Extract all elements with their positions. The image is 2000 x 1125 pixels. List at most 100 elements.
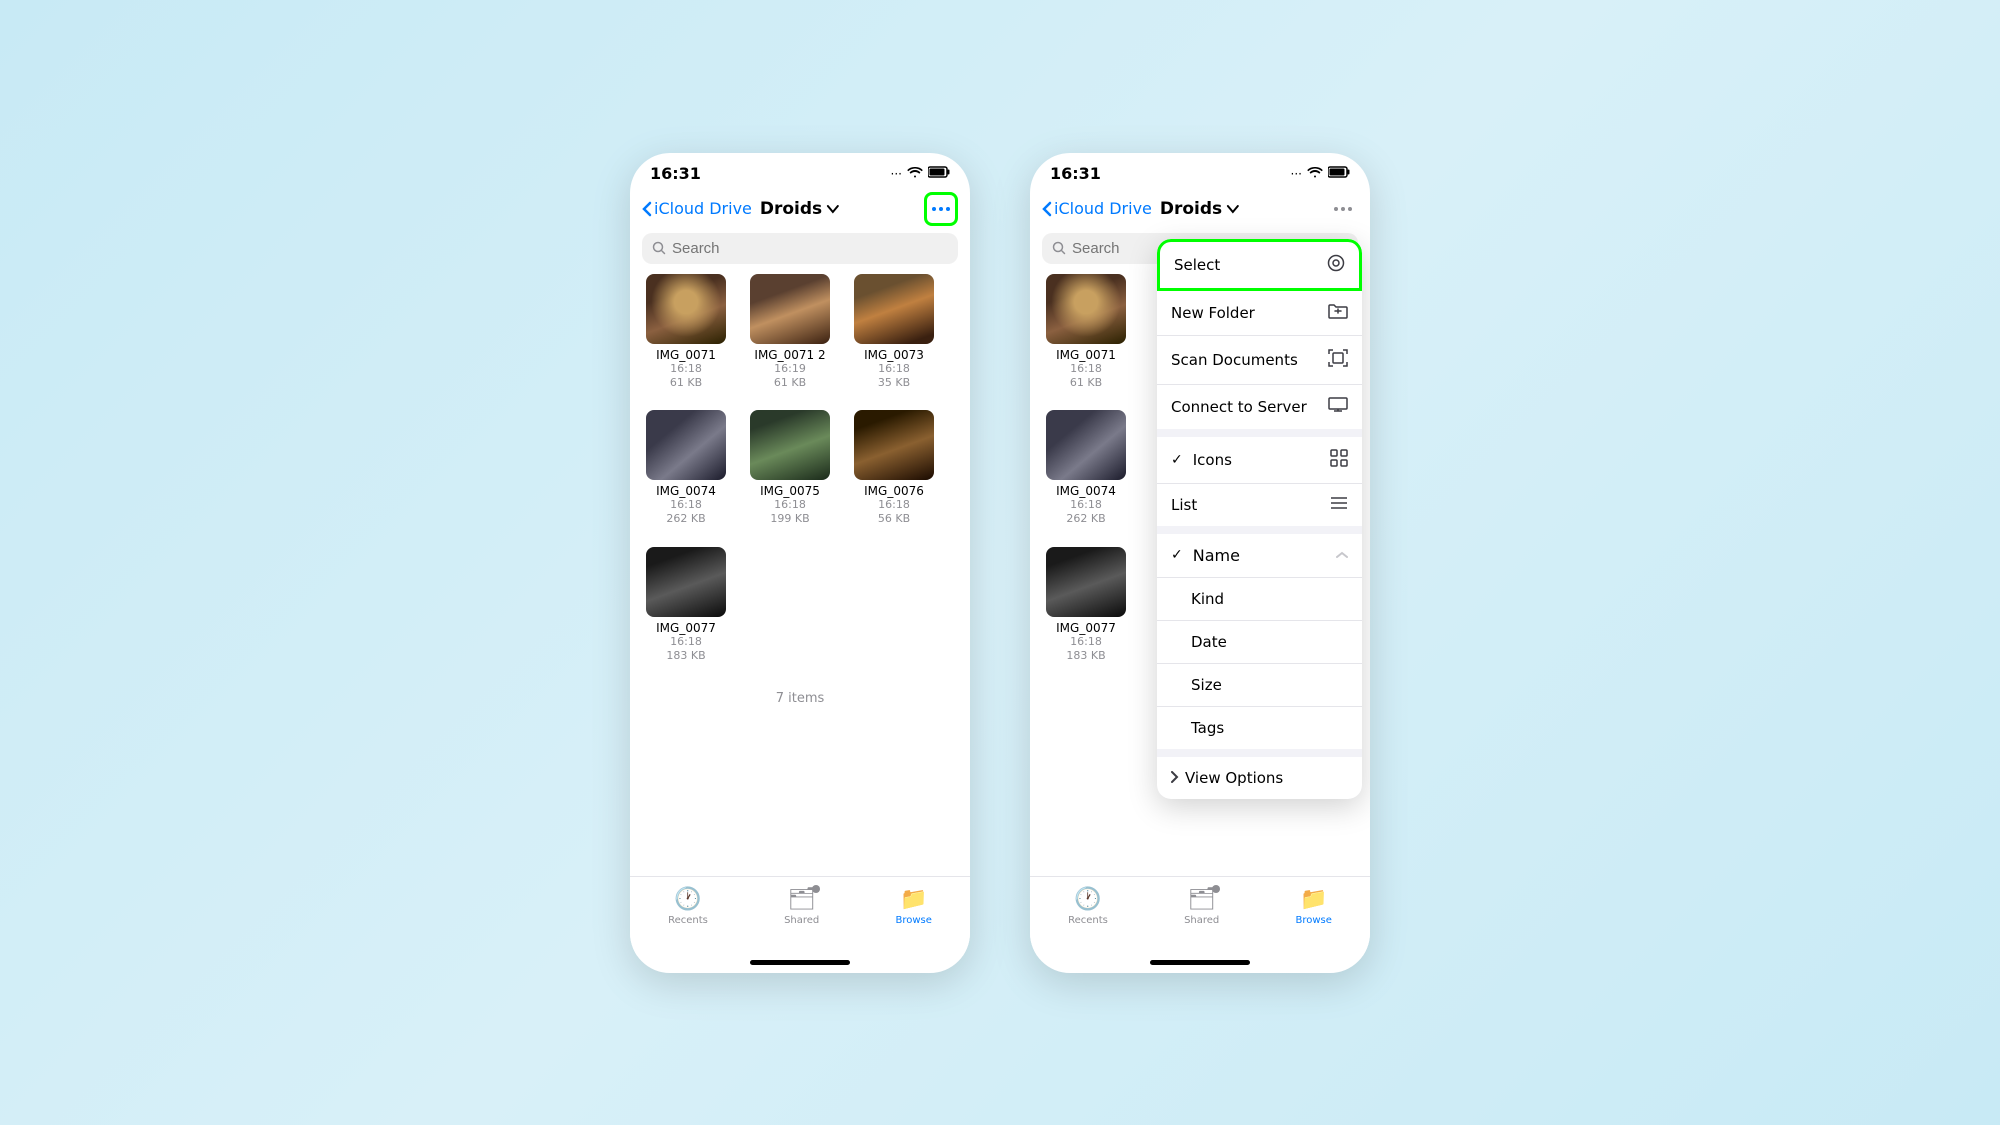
nav-bar-left: iCloud Drive Droids <box>630 189 970 233</box>
file-name-0073: IMG_0073 <box>864 348 924 362</box>
file-item-0074[interactable]: IMG_0074 16:18262 KB <box>642 410 730 527</box>
search-input-left[interactable] <box>672 240 948 257</box>
file-meta-0074: 16:18262 KB <box>666 498 705 527</box>
file-item-0076[interactable]: IMG_0076 16:1856 KB <box>850 410 938 527</box>
file-name-0074: IMG_0074 <box>656 484 716 498</box>
file-item-right-0077[interactable]: IMG_0077 16:18183 KB <box>1042 547 1130 664</box>
battery-icon-right <box>1328 166 1350 181</box>
browse-label-left: Browse <box>895 915 931 926</box>
recents-label-left: Recents <box>668 915 708 926</box>
file-meta-0077: 16:18183 KB <box>666 635 705 664</box>
home-indicator-left <box>750 960 850 965</box>
new-folder-icon <box>1328 303 1348 323</box>
shared-badge-right: 🗂 <box>1188 887 1216 912</box>
ellipsis-button-right[interactable] <box>1328 194 1358 224</box>
nav-bar-right: iCloud Drive Droids <box>1030 189 1370 233</box>
tab-shared-right[interactable]: 🗂 Shared <box>1184 887 1219 926</box>
file-thumb-right-0074 <box>1046 410 1126 480</box>
status-icons-left: ··· <box>891 166 950 181</box>
shared-label-left: Shared <box>784 915 819 926</box>
shared-label-right: Shared <box>1184 915 1219 926</box>
file-item-0075[interactable]: IMG_0075 16:18199 KB <box>746 410 834 527</box>
file-item-0071[interactable]: IMG_0071 16:1861 KB <box>642 274 730 391</box>
recents-label-right: Recents <box>1068 915 1108 926</box>
file-thumb-0071 <box>646 274 726 344</box>
scan-docs-label: Scan Documents <box>1171 351 1298 369</box>
back-button-right[interactable]: iCloud Drive <box>1042 199 1152 218</box>
browse-label-right: Browse <box>1295 915 1331 926</box>
file-meta-right-0077: 16:18183 KB <box>1066 635 1105 664</box>
tab-recents-left[interactable]: 🕐 Recents <box>668 887 708 926</box>
dropdown-icons[interactable]: ✓ Icons <box>1157 437 1362 484</box>
icons-label: Icons <box>1193 451 1232 469</box>
status-bar-right: 16:31 ··· <box>1030 153 1370 189</box>
sort-date[interactable]: Date <box>1157 621 1362 664</box>
icons-checkmark: ✓ <box>1171 452 1183 468</box>
back-button-left[interactable]: iCloud Drive <box>642 199 752 218</box>
dropdown-view-options[interactable]: View Options <box>1157 749 1362 799</box>
file-thumb-right-0077 <box>1046 547 1126 617</box>
browse-icon-right: 📁 <box>1300 887 1327 912</box>
back-label-right: iCloud Drive <box>1054 199 1152 218</box>
file-name-right-0074: IMG_0074 <box>1056 484 1116 498</box>
file-name-right-0071: IMG_0071 <box>1056 348 1116 362</box>
items-count-left: 7 items <box>642 683 958 714</box>
new-folder-label: New Folder <box>1171 304 1255 322</box>
sort-tags[interactable]: Tags <box>1157 707 1362 749</box>
search-bar-left[interactable] <box>642 233 958 264</box>
search-icon-left <box>652 241 666 255</box>
file-meta-0076: 16:1856 KB <box>878 498 910 527</box>
wifi-icon-right <box>1307 166 1323 181</box>
tab-shared-left[interactable]: 🗂 Shared <box>784 887 819 926</box>
file-item-0077[interactable]: IMG_0077 16:18183 KB <box>642 547 730 664</box>
file-item-right-0071[interactable]: IMG_0071 16:1861 KB <box>1042 274 1130 391</box>
sort-kind-label: Kind <box>1171 590 1224 608</box>
file-name-0071: IMG_0071 <box>656 348 716 362</box>
back-label-left: iCloud Drive <box>654 199 752 218</box>
dropdown-new-folder[interactable]: New Folder <box>1157 291 1362 336</box>
tab-browse-left[interactable]: 📁 Browse <box>895 887 931 926</box>
select-icon <box>1327 254 1345 276</box>
status-bar-left: 16:31 ··· <box>630 153 970 189</box>
nav-actions-left <box>924 192 958 226</box>
dropdown-select[interactable]: Select <box>1157 239 1362 291</box>
sort-header[interactable]: ✓ Name <box>1157 534 1362 578</box>
file-row-2: IMG_0074 16:18262 KB IMG_0075 16:18199 K… <box>642 410 958 527</box>
file-meta-right-0074: 16:18262 KB <box>1066 498 1105 527</box>
sort-kind[interactable]: Kind <box>1157 578 1362 621</box>
dropdown-connect-server[interactable]: Connect to Server <box>1157 385 1362 437</box>
file-name-0076: IMG_0076 <box>864 484 924 498</box>
file-name-0075: IMG_0075 <box>760 484 820 498</box>
file-item-right-0074[interactable]: IMG_0074 16:18262 KB <box>1042 410 1130 527</box>
file-item-0073[interactable]: IMG_0073 16:1835 KB <box>850 274 938 391</box>
file-thumb-0077 <box>646 547 726 617</box>
dropdown-list[interactable]: List <box>1157 484 1362 534</box>
tab-browse-right[interactable]: 📁 Browse <box>1295 887 1331 926</box>
right-phone: 16:31 ··· iCloud Drive <box>1030 153 1370 973</box>
left-phone: 16:31 ··· iCloud Drive <box>630 153 970 973</box>
dropdown-scan-docs[interactable]: Scan Documents <box>1157 336 1362 385</box>
sort-size[interactable]: Size <box>1157 664 1362 707</box>
chevron-up-icon <box>1336 548 1348 562</box>
ellipsis-button-left[interactable] <box>924 192 958 226</box>
sort-size-label: Size <box>1171 676 1222 694</box>
browse-icon-left: 📁 <box>900 887 927 912</box>
file-meta-0071-2: 16:1961 KB <box>774 362 806 391</box>
status-icons-right: ··· <box>1291 166 1350 181</box>
icons-icon <box>1330 449 1348 471</box>
sort-name-label: Name <box>1193 546 1240 565</box>
file-thumb-0075 <box>750 410 830 480</box>
dropdown-menu: Select New Folder Scan Documents <box>1157 239 1362 799</box>
shared-badge-left: 🗂 <box>788 887 816 912</box>
time-right: 16:31 <box>1050 164 1101 183</box>
home-indicator-right <box>1150 960 1250 965</box>
file-item-0071-2[interactable]: IMG_0071 2 16:1961 KB <box>746 274 834 391</box>
file-meta-0075: 16:18199 KB <box>770 498 809 527</box>
file-grid-left: IMG_0071 16:1861 KB IMG_0071 2 16:1961 K… <box>630 274 970 876</box>
tab-recents-right[interactable]: 🕐 Recents <box>1068 887 1108 926</box>
scan-docs-icon <box>1328 348 1348 372</box>
battery-icon <box>928 166 950 181</box>
file-thumb-0071-2 <box>750 274 830 344</box>
time-left: 16:31 <box>650 164 701 183</box>
wifi-icon <box>907 166 923 181</box>
